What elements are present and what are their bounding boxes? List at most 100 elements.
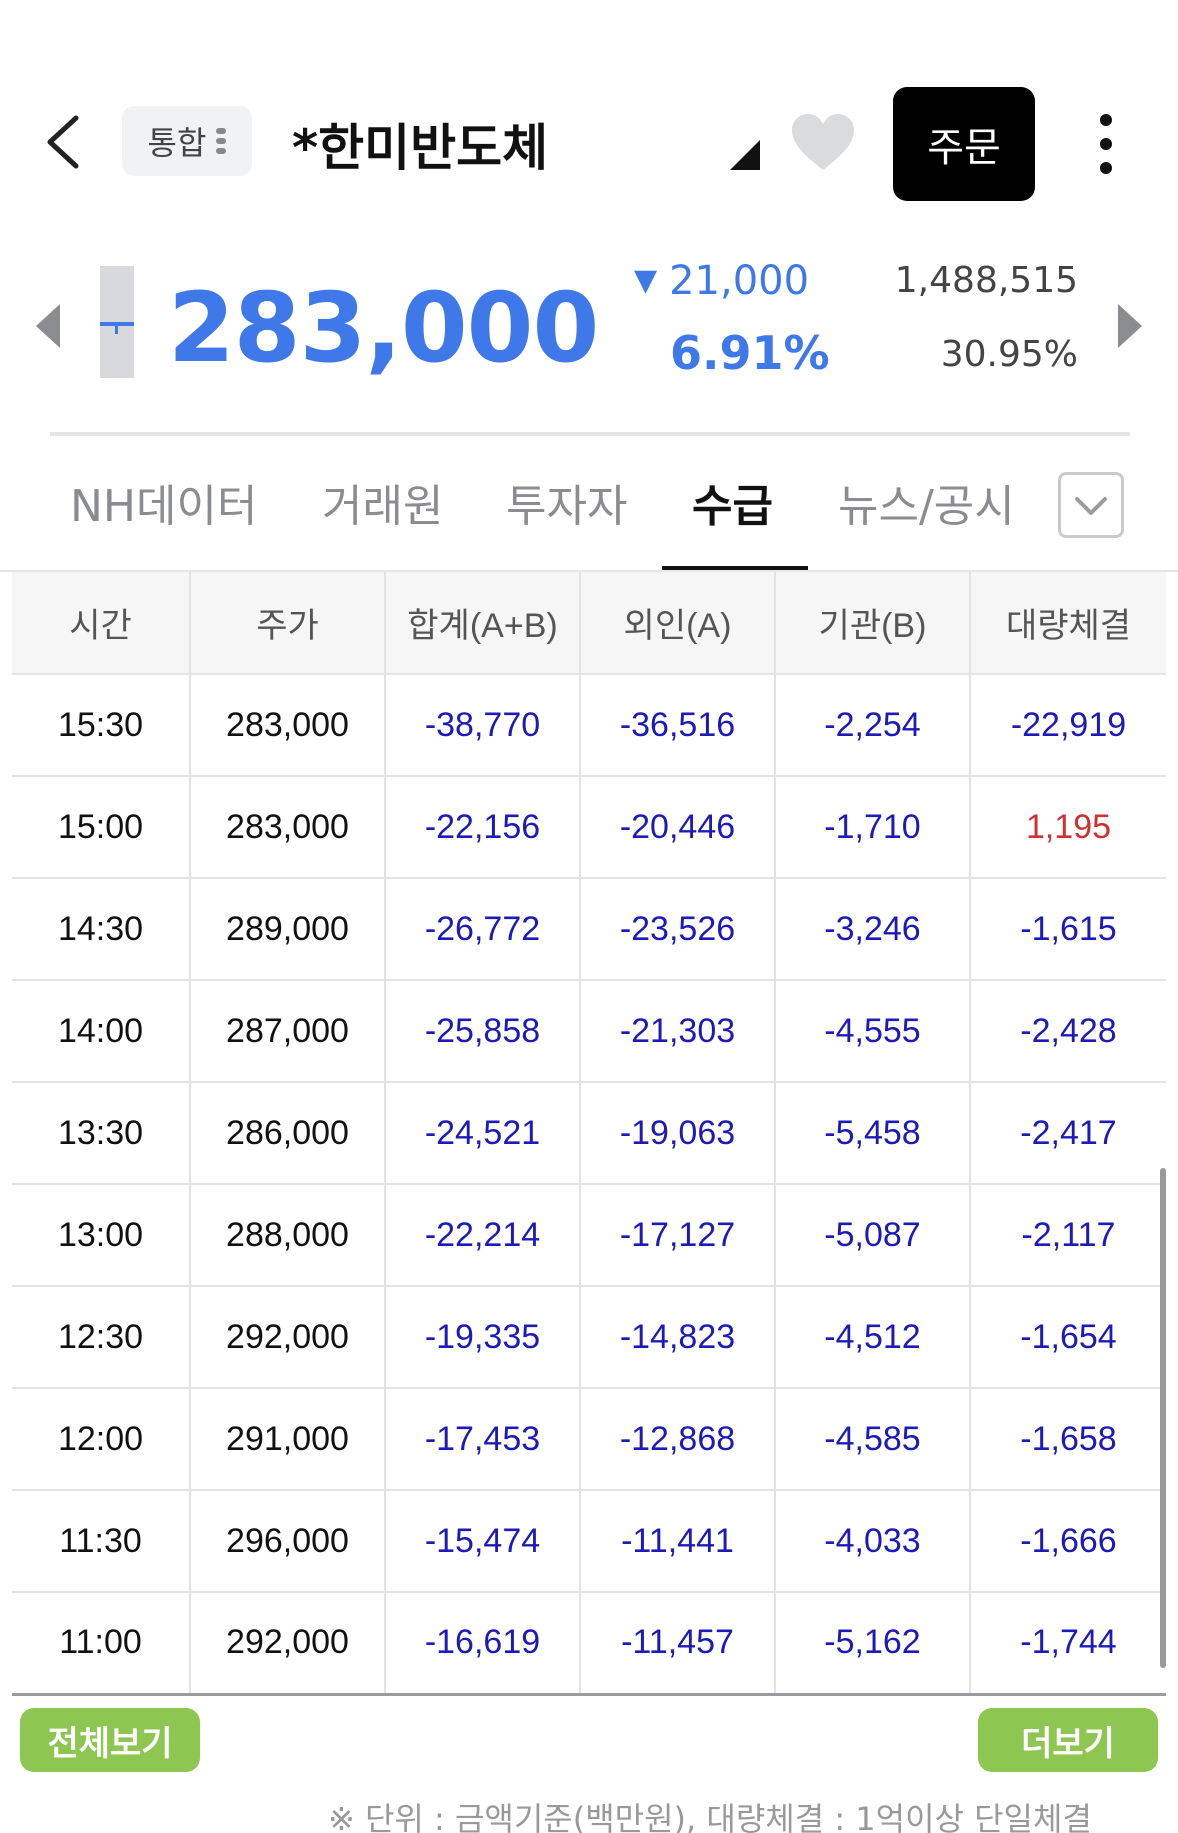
down-triangle-icon: ▼: [634, 263, 658, 298]
table-row: 13:30 286,000 -24,521 -19,063 -5,458 -2,417: [12, 1081, 1166, 1185]
cell-block-trade: -2,417: [969, 1081, 1166, 1185]
table-row: 12:00 291,000 -17,453 -12,868 -4,585 -1,658: [12, 1387, 1166, 1491]
corner-triangle-icon: [730, 140, 760, 170]
table-row: 11:00 292,000 -16,619 -11,457 -5,162 -1,744: [12, 1591, 1166, 1696]
table-row: 14:00 287,000 -25,858 -21,303 -4,555 -2,428: [12, 979, 1166, 1083]
cell-block-trade: 1,195: [969, 775, 1166, 879]
cell-foreign: -12,868: [579, 1387, 776, 1491]
header-total: 합계(A+B): [384, 572, 581, 675]
cell-foreign: -36,516: [579, 673, 776, 777]
price-change-amount: 21,000: [669, 258, 810, 304]
cell-time: 12:00: [12, 1387, 191, 1491]
favorite-heart-icon[interactable]: [790, 112, 856, 174]
cell-block-trade: -2,428: [969, 979, 1166, 1083]
stock-name[interactable]: *한미반도체: [292, 108, 548, 180]
header-block-trade: 대량체결: [969, 572, 1166, 675]
current-price: 283,000: [168, 272, 599, 384]
cell-block-trade: -1,658: [969, 1387, 1166, 1491]
table-row: 12:30 292,000 -19,335 -14,823 -4,512 -1,654: [12, 1285, 1166, 1389]
cell-institution: -4,512: [774, 1285, 971, 1389]
cell-price: 288,000: [189, 1183, 386, 1287]
cell-time: 15:30: [12, 673, 191, 777]
cell-total: -17,453: [384, 1387, 581, 1491]
cell-price: 296,000: [189, 1489, 386, 1593]
cell-total: -22,156: [384, 775, 581, 879]
price-change: ▼ 21,000: [634, 258, 809, 304]
table-header-row: 시간 주가 합계(A+B) 외인(A) 기관(B) 대량체결: [12, 572, 1166, 675]
cell-price: 291,000: [189, 1387, 386, 1491]
chip-menu-icon: [216, 128, 227, 154]
table-scrollbar[interactable]: [1160, 1168, 1166, 1668]
cell-block-trade: -1,654: [969, 1285, 1166, 1389]
table-row: 15:30 283,000 -38,770 -36,516 -2,254 -22,919: [12, 673, 1166, 777]
unit-footnote: ※ 단위 : 금액기준(백만원), 대량체결 : 1억이상 단일체결: [328, 1800, 1092, 1833]
next-stock-icon[interactable]: [1118, 304, 1142, 348]
cell-total: -22,214: [384, 1183, 581, 1287]
cell-price: 283,000: [189, 673, 386, 777]
cell-institution: -4,555: [774, 979, 971, 1083]
tab-brokers[interactable]: 거래원: [322, 470, 443, 534]
cell-price: 286,000: [189, 1081, 386, 1185]
tab-bar: NH데이터 거래원 투자자 수급 뉴스/공시: [0, 470, 1178, 574]
cell-foreign: -19,063: [579, 1081, 776, 1185]
cell-total: -24,521: [384, 1081, 581, 1185]
cell-foreign: -14,823: [579, 1285, 776, 1389]
cell-price: 287,000: [189, 979, 386, 1083]
cell-institution: -3,246: [774, 877, 971, 981]
cell-price: 292,000: [189, 1285, 386, 1389]
cell-institution: -2,254: [774, 673, 971, 777]
tabs-expand-button[interactable]: [1058, 472, 1124, 538]
cell-time: 13:30: [12, 1081, 191, 1185]
cell-institution: -5,458: [774, 1081, 971, 1185]
header-foreign: 외인(A): [579, 572, 776, 675]
tab-nh-data[interactable]: NH데이터: [70, 470, 257, 534]
more-button[interactable]: 더보기: [978, 1708, 1158, 1772]
cell-block-trade: -22,919: [969, 673, 1166, 777]
cell-foreign: -23,526: [579, 877, 776, 981]
order-button[interactable]: 주문: [893, 87, 1035, 201]
cell-foreign: -20,446: [579, 775, 776, 879]
cell-total: -25,858: [384, 979, 581, 1083]
header-price: 주가: [189, 572, 386, 675]
cell-total: -19,335: [384, 1285, 581, 1389]
price-range-bar: [100, 266, 134, 378]
header-time: 시간: [12, 572, 191, 675]
table-row: 13:00 288,000 -22,214 -17,127 -5,087 -2,117: [12, 1183, 1166, 1287]
price-divider: [50, 432, 1130, 436]
cell-total: -38,770: [384, 673, 581, 777]
cell-time: 12:30: [12, 1285, 191, 1389]
cell-institution: -5,087: [774, 1183, 971, 1287]
header-institution: 기관(B): [774, 572, 971, 675]
tab-news[interactable]: 뉴스/공시: [838, 470, 1015, 534]
table-row: 14:30 289,000 -26,772 -23,526 -3,246 -1,615: [12, 877, 1166, 981]
market-chip[interactable]: 통합: [122, 106, 252, 176]
cell-price: 289,000: [189, 877, 386, 981]
cell-time: 15:00: [12, 775, 191, 879]
cell-time: 11:30: [12, 1489, 191, 1593]
cell-block-trade: -1,615: [969, 877, 1166, 981]
back-arrow-icon[interactable]: [40, 112, 92, 172]
table-row: 11:30 296,000 -15,474 -11,441 -4,033 -1,666: [12, 1489, 1166, 1593]
tab-supply-demand[interactable]: 수급: [692, 470, 773, 534]
trade-volume: 1,488,515: [894, 260, 1078, 301]
tab-investors[interactable]: 투자자: [506, 470, 627, 534]
more-menu-icon[interactable]: [1092, 112, 1120, 176]
cell-block-trade: -1,666: [969, 1489, 1166, 1593]
cell-foreign: -21,303: [579, 979, 776, 1083]
table-row: 15:00 283,000 -22,156 -20,446 -1,710 1,195: [12, 775, 1166, 879]
cell-foreign: -11,441: [579, 1489, 776, 1593]
cell-institution: -4,033: [774, 1489, 971, 1593]
price-change-percent: 6.91%: [670, 326, 830, 380]
prev-stock-icon[interactable]: [36, 304, 60, 348]
cell-institution: -1,710: [774, 775, 971, 879]
cell-institution: -5,162: [774, 1591, 971, 1696]
chevron-down-icon: [1075, 497, 1107, 515]
cell-time: 13:00: [12, 1183, 191, 1287]
cell-time: 14:00: [12, 979, 191, 1083]
cell-foreign: -17,127: [579, 1183, 776, 1287]
view-all-button[interactable]: 전체보기: [20, 1708, 200, 1772]
cell-foreign: -11,457: [579, 1591, 776, 1696]
cell-total: -15,474: [384, 1489, 581, 1593]
top-bar: 통합 *한미반도체 주문: [0, 0, 1178, 230]
cell-price: 292,000: [189, 1591, 386, 1696]
